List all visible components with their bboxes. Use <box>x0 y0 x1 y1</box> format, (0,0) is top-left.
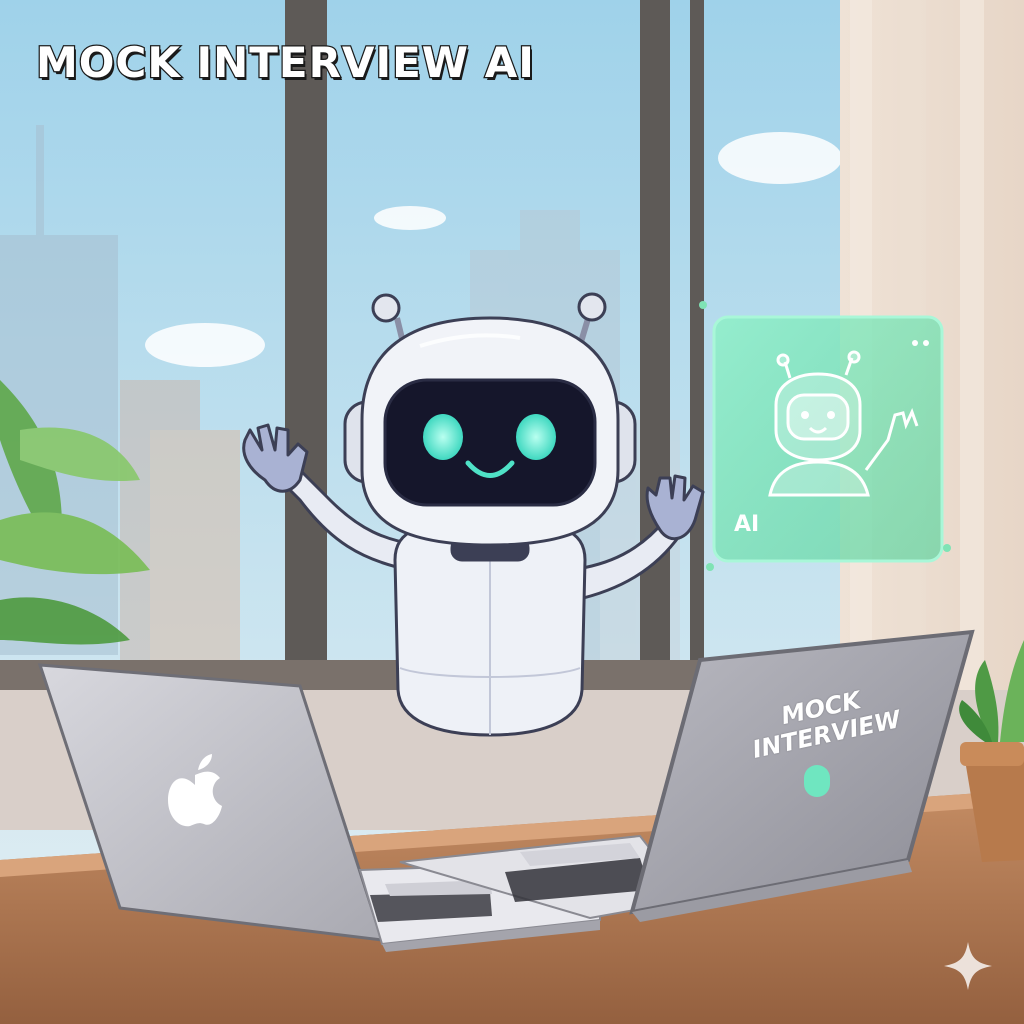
hologram-label: AI <box>734 512 760 537</box>
scene-illustration <box>0 0 1024 1024</box>
robot-eye-right <box>516 414 556 460</box>
mic-icon <box>804 765 830 797</box>
page-title: MOCK INTERVIEW AI <box>35 37 535 89</box>
robot-eye-left <box>423 414 463 460</box>
robot-visor <box>383 378 597 507</box>
